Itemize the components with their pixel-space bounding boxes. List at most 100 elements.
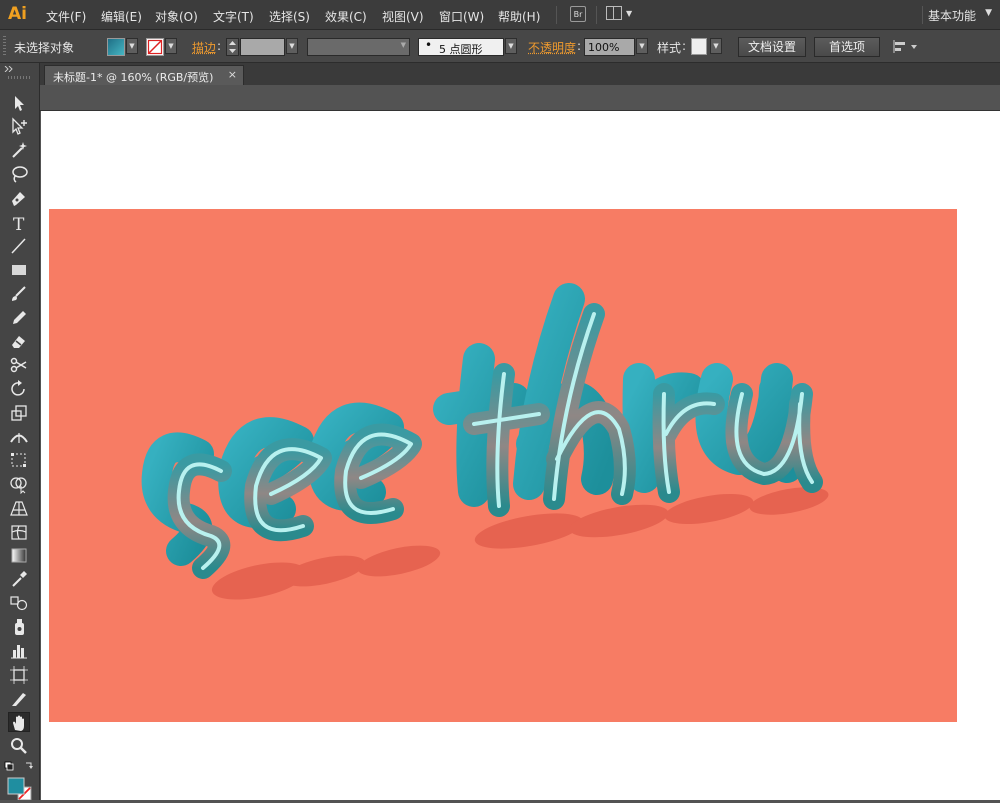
selection-arrow-icon — [15, 96, 24, 111]
shape-builder-tool[interactable] — [8, 474, 30, 494]
line-icon — [11, 238, 26, 254]
stroke-label[interactable]: 描边 — [192, 39, 216, 56]
tools-panel: T — [0, 63, 40, 801]
blend-tool[interactable] — [8, 593, 30, 613]
line-segment-tool[interactable] — [8, 236, 30, 256]
direct-selection-arrow-icon — [12, 117, 27, 135]
align-menu-button[interactable] — [892, 39, 920, 55]
collapse-panel-icon[interactable] — [4, 66, 14, 72]
slice-knife-icon — [12, 693, 26, 706]
arrange-documents-icon — [606, 6, 622, 20]
document-tab-bar: 未标题-1* @ 160% (RGB/预览) × — [40, 63, 1000, 85]
opacity-label[interactable]: 不透明度 — [528, 39, 576, 56]
free-transform-tool[interactable] — [8, 450, 30, 470]
menu-select[interactable]: 选择(S) — [269, 8, 310, 25]
eyedropper-icon — [12, 571, 27, 587]
pencil-tool[interactable] — [8, 308, 30, 328]
rectangle-icon — [12, 265, 26, 275]
menu-file[interactable]: 文件(F) — [46, 8, 86, 25]
type-tool[interactable]: T — [8, 213, 30, 233]
stroke-weight-input[interactable] — [240, 38, 285, 56]
menu-window[interactable]: 窗口(W) — [439, 8, 484, 25]
scale-tool[interactable] — [8, 403, 30, 423]
symbol-sprayer-icon — [15, 619, 24, 635]
letter-shadow — [211, 487, 829, 600]
gradient-tool[interactable] — [8, 545, 30, 565]
magnifier-icon — [11, 738, 27, 754]
scissors-icon — [10, 357, 27, 373]
paintbrush-tool[interactable] — [8, 284, 30, 304]
selection-status: 未选择对象 — [14, 41, 75, 55]
free-transform-icon — [11, 453, 26, 467]
chevron-down-icon: ▼ — [626, 9, 633, 18]
svg-text:T: T — [13, 215, 25, 233]
artboard-tool[interactable] — [8, 665, 30, 685]
see-thru-artwork: see thru — [141, 283, 829, 600]
hand-icon — [13, 715, 24, 731]
column-graph-tool[interactable] — [8, 641, 30, 661]
panel-grip[interactable] — [8, 76, 32, 79]
pen-tool[interactable] — [8, 189, 30, 209]
direct-selection-tool[interactable] — [8, 116, 30, 136]
preferences-button[interactable]: 首选项 — [814, 37, 880, 57]
selection-tool[interactable] — [8, 93, 30, 113]
document-tab[interactable]: 未标题-1* @ 160% (RGB/预览) × — [44, 65, 244, 85]
rotate-tool[interactable] — [8, 379, 30, 399]
menu-type[interactable]: 文字(T) — [213, 8, 254, 25]
menu-separator — [556, 6, 557, 24]
arrange-documents-button[interactable]: ▼ — [606, 6, 636, 22]
opacity-input[interactable]: 100% — [584, 38, 635, 56]
stroke-weight-stepper[interactable] — [226, 38, 239, 56]
menu-effect[interactable]: 效果(C) — [325, 8, 367, 25]
document-setup-button[interactable]: 文档设置 — [738, 37, 806, 57]
eyedropper-tool[interactable] — [8, 569, 30, 589]
brush-definition[interactable]: • 5 点圆形 — [418, 38, 504, 56]
width-tool[interactable] — [8, 427, 30, 447]
menu-view[interactable]: 视图(V) — [382, 8, 424, 25]
symbol-sprayer-tool[interactable] — [8, 617, 30, 637]
graphic-style-swatch[interactable] — [691, 38, 707, 55]
panel-grip[interactable] — [3, 36, 6, 56]
hand-tool[interactable] — [8, 712, 30, 732]
menu-separator — [596, 6, 597, 24]
menu-object[interactable]: 对象(O) — [155, 8, 198, 25]
mesh-icon — [11, 525, 27, 540]
rotate-icon — [11, 380, 25, 396]
brush-definition-value: 5 点圆形 — [439, 43, 483, 56]
graphic-style-dropdown[interactable]: ▼ — [710, 38, 722, 54]
canvas[interactable]: see thru — [41, 111, 1000, 800]
style-label: 样式 — [657, 41, 682, 55]
blob-brush-tool[interactable] — [8, 331, 30, 351]
opacity-dropdown[interactable]: ▼ — [636, 38, 648, 54]
menu-help[interactable]: 帮助(H) — [498, 8, 540, 25]
slice-tool[interactable] — [8, 689, 30, 709]
fill-stroke-swatches-icon — [4, 761, 33, 801]
stroke-swatch[interactable] — [146, 38, 164, 56]
stroke-dropdown[interactable]: ▼ — [165, 38, 177, 54]
eraser-icon — [12, 336, 25, 348]
artboard[interactable]: see thru — [49, 209, 957, 722]
magic-wand-icon — [12, 142, 27, 158]
perspective-grid-tool[interactable] — [8, 498, 30, 518]
scissors-tool[interactable] — [8, 355, 30, 375]
close-icon[interactable]: × — [228, 68, 237, 81]
lasso-tool[interactable] — [8, 164, 30, 184]
pen-nib-icon — [12, 192, 25, 206]
menu-edit[interactable]: 编辑(E) — [101, 8, 142, 25]
mesh-tool[interactable] — [8, 522, 30, 542]
no-stroke-icon — [147, 39, 163, 55]
stroke-weight-dropdown[interactable]: ▼ — [286, 38, 298, 54]
type-t-icon: T — [13, 215, 25, 233]
magic-wand-tool[interactable] — [8, 140, 30, 160]
lasso-icon — [12, 166, 28, 183]
fill-swatch[interactable] — [107, 38, 125, 56]
fill-dropdown[interactable]: ▼ — [126, 38, 138, 54]
bridge-button[interactable]: Br — [570, 6, 586, 22]
workspace-switcher[interactable]: 基本功能 — [928, 7, 976, 24]
canvas-pasteboard-top — [40, 85, 1000, 111]
rectangle-tool[interactable] — [8, 260, 30, 280]
zoom-tool[interactable] — [8, 736, 30, 756]
brush-dropdown[interactable]: ▼ — [505, 38, 517, 54]
variable-width-profile[interactable]: ▼ — [307, 38, 410, 56]
fill-stroke-control[interactable] — [4, 761, 36, 801]
